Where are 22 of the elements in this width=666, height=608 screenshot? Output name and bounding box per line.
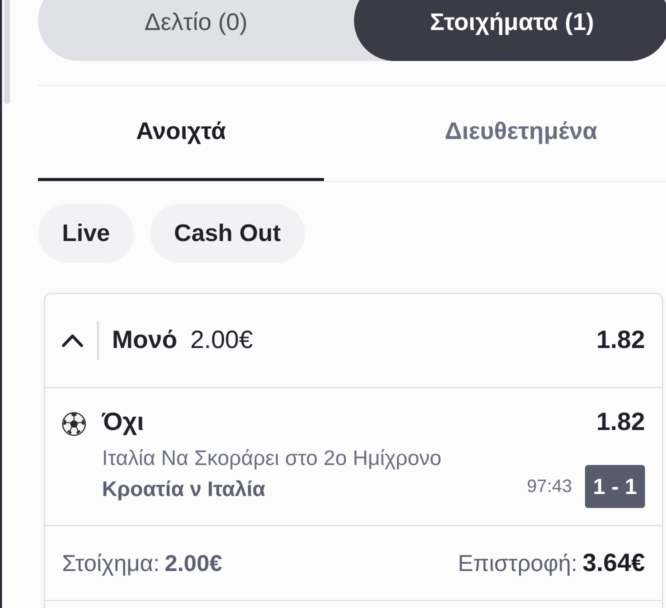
return-label: Επιστροφή: — [458, 550, 578, 576]
toggle-tab[interactable]: Δελτίο (0) — [38, 0, 354, 61]
bet-stake: 2.00€ — [190, 326, 253, 355]
return-value: 3.64€ — [582, 548, 645, 578]
match-clock: 97:43 — [526, 476, 572, 497]
toggle-tab[interactable]: Στοιχήματα (1) — [354, 0, 666, 61]
scrollbar-thumb[interactable] — [4, 0, 10, 104]
live-score: 1 - 1 — [584, 465, 645, 508]
tab[interactable]: Ανοιχτά — [38, 86, 324, 181]
selection-odds: 1.82 — [596, 408, 645, 436]
bet-type: Μονό — [112, 326, 178, 355]
filter-chip[interactable]: Cash Out — [150, 204, 305, 263]
market-name: Ιταλία Να Σκοράρει στο 2ο Ημίχρονο — [102, 446, 442, 472]
chevron-up-icon[interactable] — [62, 334, 83, 347]
total-odds: 1.82 — [596, 326, 645, 355]
selection-pick: Όχι — [102, 408, 144, 436]
tab[interactable]: Διευθετημένα — [324, 86, 666, 181]
stake-label: Στοίχημα: — [62, 550, 160, 576]
filter-chip[interactable]: Live — [38, 204, 134, 263]
event-name: Κροατία ν Ιταλία — [102, 477, 266, 503]
football-icon — [62, 412, 86, 436]
stake-value: 2.00€ — [164, 550, 222, 576]
